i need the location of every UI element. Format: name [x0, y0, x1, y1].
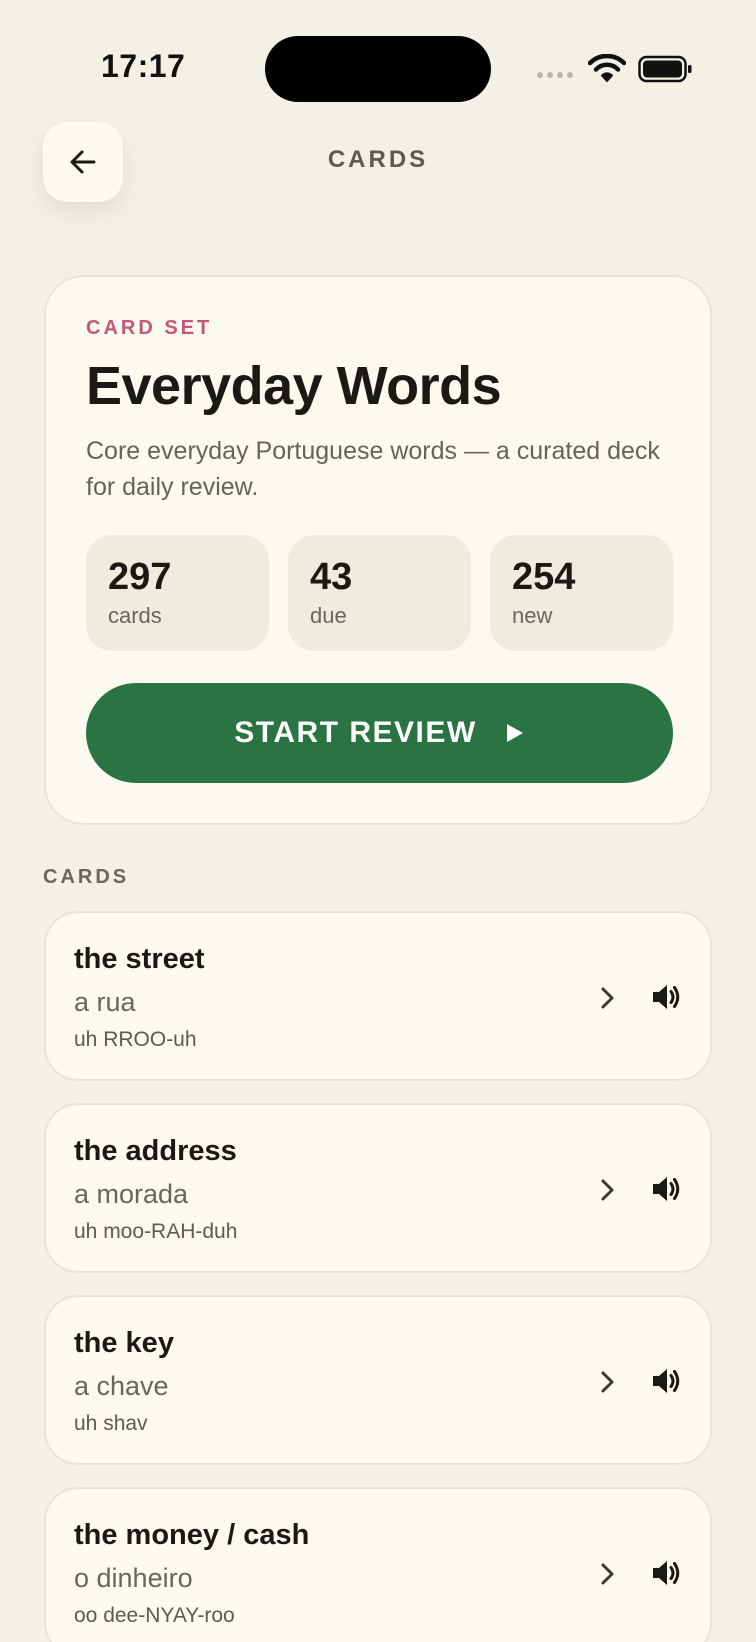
card-set-eyebrow: CARD SET [86, 317, 213, 339]
word-portuguese: o dinheiro [74, 1563, 193, 1593]
chevron-right-icon[interactable] [596, 1559, 620, 1589]
start-review-button[interactable]: START REVIEW [86, 683, 673, 783]
word-card[interactable]: the money / cash o dinheiro oo dee-NYAY-… [44, 1487, 712, 1642]
word-pronunciation: oo dee-NYAY-roo [74, 1604, 235, 1627]
card-set-stats: 297 cards 43 due 254 new [86, 535, 673, 651]
card-set-panel: CARD SET Everyday Words Core everyday Po… [44, 275, 712, 825]
word-english: the address [74, 1135, 237, 1167]
stat-value: 297 [108, 556, 172, 598]
speaker-icon[interactable] [650, 1365, 682, 1397]
word-pronunciation: uh shav [74, 1412, 148, 1435]
start-review-label: START REVIEW [234, 716, 477, 749]
status-time: 17:17 [101, 48, 186, 84]
speaker-icon[interactable] [650, 1173, 682, 1205]
stat-due: 43 due [288, 535, 471, 651]
dynamic-island [265, 36, 491, 102]
speaker-icon[interactable] [650, 1557, 682, 1589]
word-pronunciation: uh moo-RAH-duh [74, 1220, 238, 1243]
page-title: CARDS [327, 146, 429, 173]
word-portuguese: a morada [74, 1179, 189, 1209]
stat-value: 254 [512, 556, 576, 598]
stat-cards: 297 cards [86, 535, 269, 651]
chevron-right-icon[interactable] [596, 1367, 620, 1397]
battery-icon [638, 55, 692, 83]
word-card[interactable]: the key a chave uh shav [44, 1295, 712, 1465]
wifi-icon [588, 54, 626, 82]
stat-label: new [512, 603, 553, 628]
word-card[interactable]: the address a morada uh moo-RAH-duh [44, 1103, 712, 1273]
cellular-signal-icon [537, 72, 573, 78]
word-english: the key [74, 1327, 174, 1359]
stat-new: 254 new [490, 535, 673, 651]
stat-label: due [310, 603, 347, 628]
cards-section-label: CARDS [43, 866, 130, 888]
card-set-title: Everyday Words [86, 356, 502, 416]
stat-label: cards [108, 603, 162, 628]
chevron-right-icon[interactable] [596, 1175, 620, 1205]
speaker-icon[interactable] [650, 981, 682, 1013]
word-english: the street [74, 943, 205, 975]
word-portuguese: a chave [74, 1371, 169, 1401]
cards-screen: 17:17 CARDS CARD SET Everyday Words Core… [0, 0, 756, 1642]
word-card[interactable]: the street a rua uh RROO-uh [44, 911, 712, 1081]
word-english: the money / cash [74, 1519, 310, 1551]
card-list: the street a rua uh RROO-uh the address … [44, 911, 712, 1642]
play-icon [506, 724, 523, 742]
word-portuguese: a rua [74, 987, 136, 1017]
chevron-right-icon[interactable] [596, 983, 620, 1013]
word-pronunciation: uh RROO-uh [74, 1028, 197, 1051]
card-set-description: Core everyday Portuguese words — a curat… [86, 437, 660, 501]
stat-value: 43 [310, 556, 353, 598]
